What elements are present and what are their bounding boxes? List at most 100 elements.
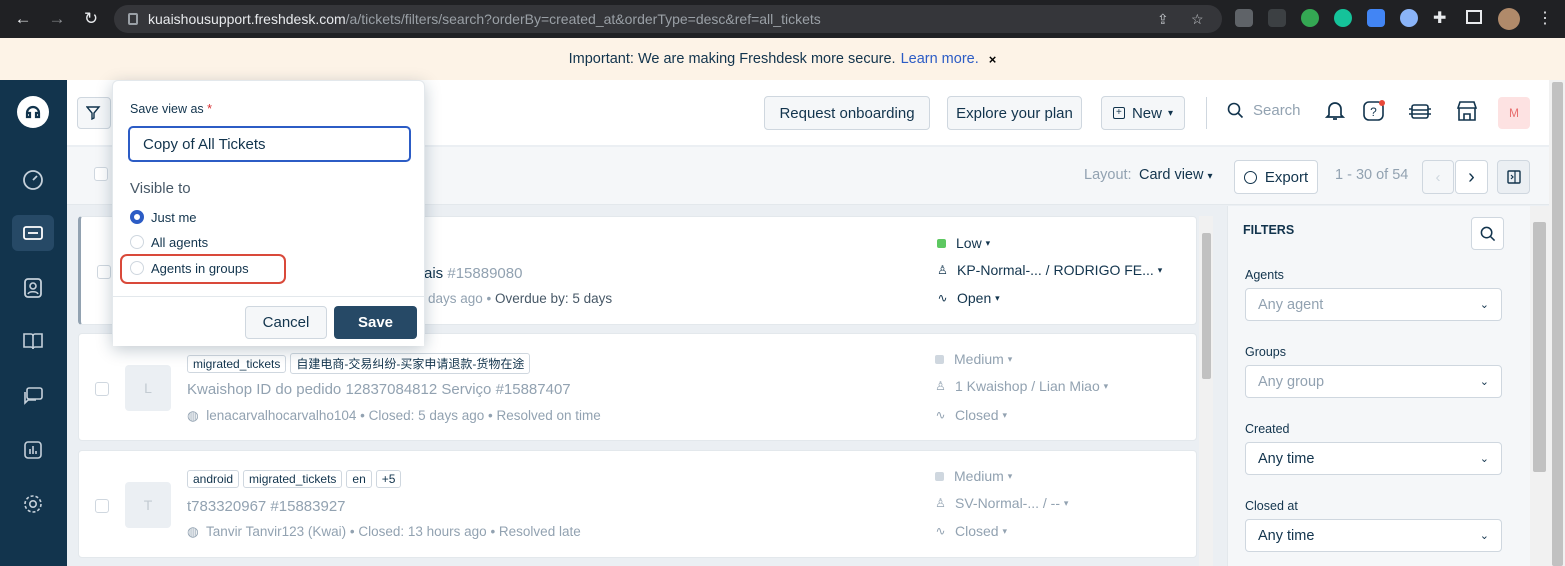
ticket-closed: Closed: 13 hours ago bbox=[358, 524, 487, 539]
toggle-filters-icon[interactable] bbox=[77, 97, 111, 129]
ticket-subject-text: t783320967 bbox=[187, 498, 267, 515]
left-sidebar bbox=[0, 80, 67, 566]
groups-placeholder: Any group bbox=[1258, 373, 1325, 390]
forward-icon[interactable]: → bbox=[40, 9, 74, 29]
marketplace-store-icon[interactable] bbox=[1454, 98, 1480, 124]
settings-gear-icon[interactable] bbox=[17, 488, 49, 520]
ticket-tag[interactable]: 自建电商-交易纠纷-买家申请退款-货物在途 bbox=[290, 353, 531, 374]
filter-search-icon[interactable] bbox=[1471, 217, 1504, 250]
save-view-label: Save view as * bbox=[130, 102, 212, 116]
share-icon[interactable]: ⇪ bbox=[1157, 11, 1169, 28]
ticket-tag[interactable]: android bbox=[187, 470, 240, 488]
discussions-icon[interactable] bbox=[17, 380, 49, 412]
explore-plan-button[interactable]: Explore your plan bbox=[947, 96, 1082, 130]
ticket-resolution: Resolved late bbox=[498, 524, 581, 539]
ticket-priority[interactable]: Medium ▾ bbox=[935, 468, 1012, 484]
chevron-down-icon: ▾ bbox=[1207, 171, 1213, 182]
close-icon[interactable]: × bbox=[989, 52, 997, 67]
ticket-card[interactable]: L migrated_tickets 自建电商-交易纠纷-买家申请退款-货物在途 … bbox=[78, 333, 1197, 441]
agents-filter-select[interactable]: Any agent ⌄ bbox=[1245, 288, 1502, 321]
banner-learn-more-link[interactable]: Learn more. bbox=[901, 51, 979, 67]
ticket-assignee[interactable]: ♙ 1 Kwaishop / Lian Miao ▾ bbox=[935, 378, 1108, 394]
person-icon: ♙ bbox=[935, 379, 946, 393]
status-pulse-icon: ∿ bbox=[935, 408, 946, 422]
dashboard-icon[interactable] bbox=[17, 164, 49, 196]
back-icon[interactable]: ← bbox=[6, 9, 40, 29]
ticket-number: #15889080 bbox=[447, 265, 523, 282]
page-scrollbar[interactable] bbox=[1552, 82, 1563, 566]
save-button[interactable]: Save bbox=[334, 306, 417, 339]
sidepanel-icon[interactable] bbox=[1466, 10, 1482, 24]
ticket-subject[interactable]: t783320967 #15883927 bbox=[187, 498, 346, 515]
help-icon[interactable]: ? bbox=[1361, 98, 1387, 124]
next-page-button[interactable]: › bbox=[1455, 160, 1488, 194]
puzzle-icon[interactable]: ✚ bbox=[1433, 8, 1446, 28]
created-filter-select[interactable]: Any time ⌄ bbox=[1245, 442, 1502, 475]
extension-icon-2[interactable] bbox=[1268, 9, 1286, 27]
ticket-assignee[interactable]: ♙ SV-Normal-... / -- ▾ bbox=[935, 495, 1068, 511]
reload-icon[interactable]: ↻ bbox=[74, 9, 108, 29]
select-all-checkbox[interactable] bbox=[94, 167, 108, 181]
all-agents-label[interactable]: All agents bbox=[151, 235, 208, 250]
search-placeholder: Search bbox=[1253, 102, 1301, 119]
cancel-button[interactable]: Cancel bbox=[245, 306, 327, 339]
request-onboarding-button[interactable]: Request onboarding bbox=[764, 96, 930, 130]
header-search[interactable]: Search bbox=[1227, 102, 1301, 119]
ticket-card[interactable]: T android migrated_tickets en +5 t783320967… bbox=[78, 450, 1197, 558]
translate-icon[interactable] bbox=[1367, 9, 1385, 27]
notifications-bell-icon[interactable] bbox=[1322, 98, 1348, 124]
ticket-priority[interactable]: Low ▾ bbox=[937, 235, 990, 251]
closed-at-filter-select[interactable]: Any time ⌄ bbox=[1245, 519, 1502, 552]
requester-avatar: T bbox=[125, 482, 171, 528]
ticket-subject[interactable]: ais #15889080 bbox=[424, 265, 522, 282]
qr-extension-icon[interactable] bbox=[1235, 9, 1253, 27]
apps-icon[interactable] bbox=[1407, 98, 1433, 124]
ticket-tag[interactable]: migrated_tickets bbox=[243, 470, 343, 488]
ticket-assignee[interactable]: ♙ KP-Normal-... / RODRIGO FE... ▾ bbox=[937, 262, 1162, 278]
extension-icon-6[interactable] bbox=[1400, 9, 1418, 27]
ticket-subject[interactable]: Kwaishop ID do pedido 12837084812 Serviç… bbox=[187, 381, 571, 398]
freshdesk-logo[interactable] bbox=[17, 96, 49, 128]
ticket-checkbox[interactable] bbox=[95, 499, 109, 513]
menu-kebab-icon[interactable]: ⋮ bbox=[1537, 8, 1553, 28]
bookmark-star-icon[interactable]: ☆ bbox=[1191, 11, 1204, 28]
filters-scrollbar[interactable] bbox=[1533, 222, 1546, 472]
ticket-list-scrollbar[interactable] bbox=[1202, 233, 1211, 379]
more-tags-badge[interactable]: +5 bbox=[375, 470, 402, 488]
user-avatar[interactable]: M bbox=[1498, 97, 1530, 129]
extension-icon-3[interactable] bbox=[1301, 9, 1319, 27]
just-me-label[interactable]: Just me bbox=[151, 210, 197, 225]
ticket-tag[interactable]: migrated_tickets bbox=[187, 355, 287, 373]
all-agents-radio[interactable] bbox=[130, 235, 144, 249]
just-me-radio[interactable] bbox=[130, 210, 144, 224]
ticket-requester[interactable]: lenacarvalhocarvalho104 bbox=[206, 408, 356, 423]
new-dropdown-button[interactable]: + New ▾ bbox=[1101, 96, 1185, 130]
contacts-icon[interactable] bbox=[17, 272, 49, 304]
ticket-checkbox[interactable] bbox=[95, 382, 109, 396]
profile-avatar[interactable] bbox=[1498, 8, 1520, 30]
ticket-priority[interactable]: Medium ▾ bbox=[935, 351, 1012, 367]
status-value: Closed bbox=[955, 407, 999, 423]
view-name-input[interactable]: Copy of All Tickets bbox=[128, 126, 411, 162]
ticket-tag[interactable]: en bbox=[346, 470, 372, 488]
layout-value: Card view bbox=[1139, 167, 1204, 183]
ticket-status[interactable]: ∿ Closed ▾ bbox=[935, 407, 1007, 423]
person-icon: ♙ bbox=[935, 496, 946, 510]
tickets-icon[interactable] bbox=[12, 215, 54, 251]
ticket-status[interactable]: ∿ Open ▾ bbox=[937, 290, 999, 306]
ticket-requester[interactable]: Tanvir Tanvir123 (Kwai) bbox=[206, 524, 346, 539]
closed-at-filter-label: Closed at bbox=[1245, 499, 1298, 513]
prev-page-button[interactable]: ‹ bbox=[1422, 160, 1454, 194]
ticket-status[interactable]: ∿ Closed ▾ bbox=[935, 523, 1007, 539]
analytics-icon[interactable] bbox=[17, 434, 49, 466]
address-bar[interactable]: kuaishousupport.freshdesk.com/a/tickets/… bbox=[114, 5, 1222, 33]
ticket-resolution: Resolved on time bbox=[496, 408, 601, 423]
export-button[interactable]: Export bbox=[1234, 160, 1318, 194]
toggle-filter-panel-icon[interactable] bbox=[1497, 160, 1530, 194]
knowledge-base-icon[interactable] bbox=[17, 325, 49, 357]
layout-dropdown[interactable]: Card view ▾ bbox=[1139, 167, 1213, 183]
assignee-value: SV-Normal-... / -- bbox=[955, 495, 1061, 511]
grammarly-icon[interactable] bbox=[1334, 9, 1352, 27]
ticket-checkbox[interactable] bbox=[97, 265, 111, 279]
groups-filter-select[interactable]: Any group ⌄ bbox=[1245, 365, 1502, 398]
